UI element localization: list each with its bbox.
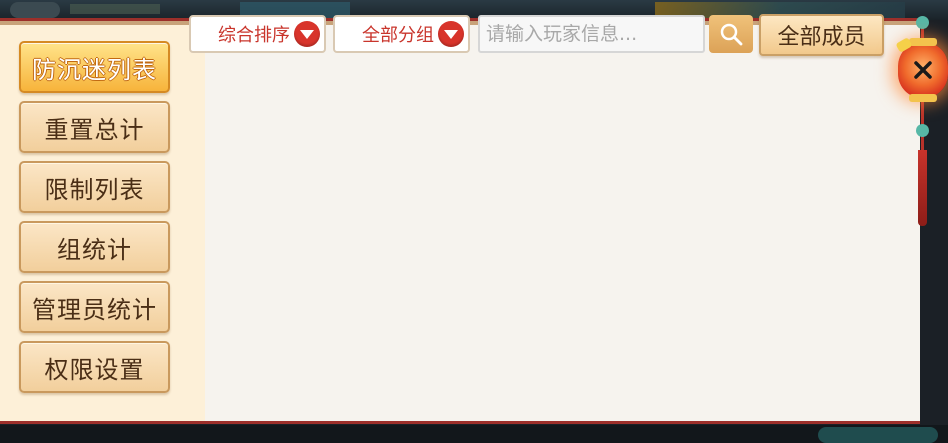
background-bottom-strip [0,425,948,443]
sidebar-item-restriction-list[interactable]: 限制列表 [19,161,170,213]
chevron-down-icon [438,21,464,47]
player-search-input[interactable] [478,15,705,53]
lantern-cap [916,16,929,29]
lantern-tassel [918,150,927,226]
close-icon [914,61,932,79]
background-avatar [10,2,60,18]
all-members-button[interactable]: 全部成员 [759,14,884,56]
lantern-bottom-rim [909,94,937,102]
club-management-panel: 防沉迷列表 重置总计 限制列表 组统计 管理员统计 权限设置 [0,18,920,424]
sidebar-item-admin-stats[interactable]: 管理员统计 [19,281,170,333]
group-dropdown[interactable]: 全部分组 [333,15,470,53]
sidebar-item-label: 防沉迷列表 [32,55,157,84]
background-button [818,427,938,443]
chevron-down-icon [294,21,320,47]
search-button[interactable] [709,15,753,53]
sidebar-item-label: 重置总计 [44,115,145,144]
lantern-top-rim [909,38,937,46]
sort-dropdown-label: 综合排序 [218,25,290,46]
close-button[interactable] [898,42,948,98]
sidebar-item-reset-totals[interactable]: 重置总计 [19,101,170,153]
content-area [205,25,920,421]
sort-dropdown[interactable]: 综合排序 [189,15,326,53]
sidebar-item-anti-addiction-list[interactable]: 防沉迷列表 [19,41,170,93]
all-members-label: 全部成员 [777,25,866,50]
sidebar-item-label: 管理员统计 [32,295,157,324]
sidebar-item-permission-settings[interactable]: 权限设置 [19,341,170,393]
sidebar-item-label: 组统计 [57,235,132,264]
sidebar: 防沉迷列表 重置总计 限制列表 组统计 管理员统计 权限设置 [0,25,205,421]
sidebar-item-label: 限制列表 [44,175,145,204]
sidebar-item-group-stats[interactable]: 组统计 [19,221,170,273]
sidebar-item-label: 权限设置 [44,355,145,384]
group-dropdown-label: 全部分组 [362,25,434,46]
search-icon [720,23,743,46]
background-text [70,4,160,14]
lantern-bead [916,124,929,137]
